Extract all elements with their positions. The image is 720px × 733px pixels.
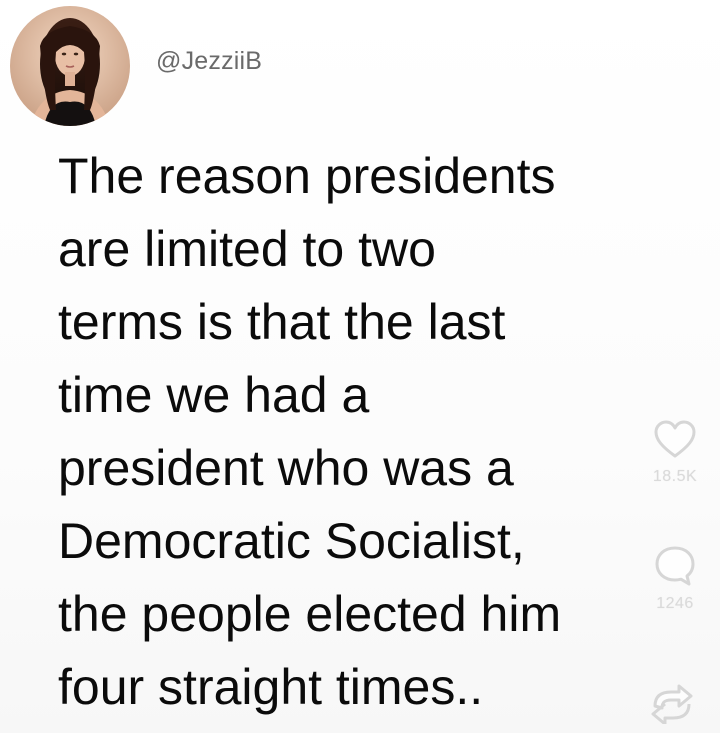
- post-text-line: four straight times..: [58, 659, 484, 715]
- comment-count: 1246: [656, 595, 694, 612]
- username-handle[interactable]: @JezziiB: [156, 47, 262, 76]
- avatar[interactable]: [10, 6, 130, 126]
- post-screenshot: @JezziiB The reason presidents are limit…: [0, 0, 720, 733]
- share-button[interactable]: [632, 684, 712, 724]
- heart-icon: [654, 420, 696, 458]
- post-text-line: Democratic Socialist,: [58, 513, 525, 569]
- comment-icon: [655, 546, 695, 586]
- share-icon: [651, 684, 693, 724]
- avatar-image: [10, 6, 130, 126]
- post-text-line: president who was a: [58, 440, 514, 496]
- post-body: The reason presidents are limited to two…: [58, 140, 698, 724]
- like-button[interactable]: 18.5K: [635, 420, 715, 486]
- post-text-line: are limited to two: [58, 221, 436, 277]
- post-text-line: terms is that the last: [58, 294, 506, 350]
- post-header: @JezziiB: [10, 6, 262, 126]
- post-text-line: The reason presidents: [58, 148, 556, 204]
- post-text-line: the people elected him: [58, 586, 562, 642]
- like-count: 18.5K: [652, 468, 698, 485]
- comment-button[interactable]: 1246: [635, 545, 715, 613]
- post-text-line: time we had a: [58, 367, 370, 423]
